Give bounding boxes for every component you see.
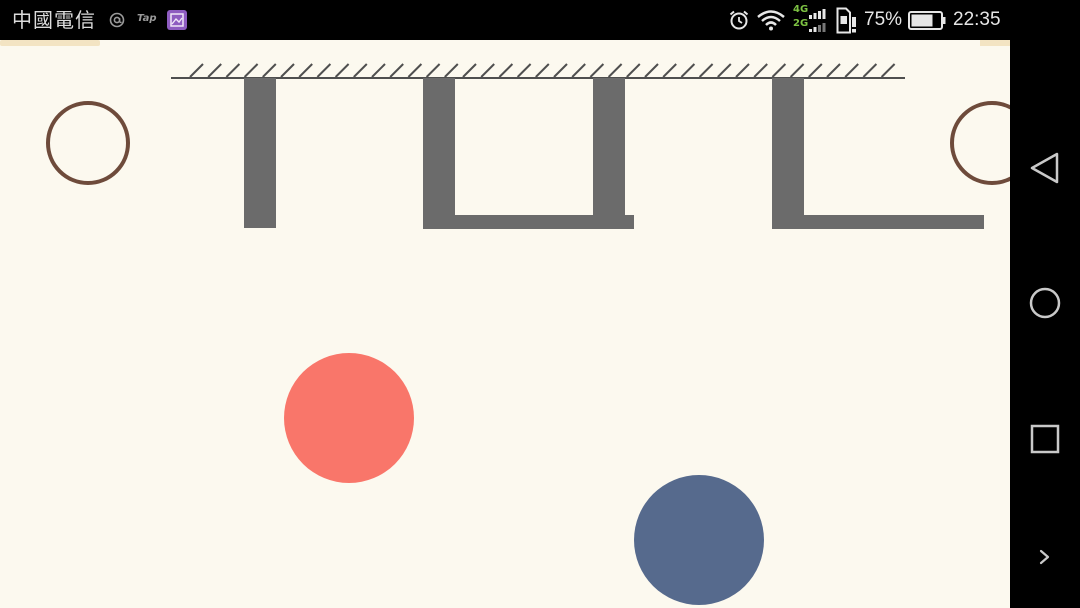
battery-fill	[911, 14, 933, 27]
wifi-icon	[757, 10, 785, 31]
tap-app-icon: Tap	[137, 13, 157, 24]
u-frame-left-post	[423, 78, 455, 229]
network-type-primary: 4G	[793, 4, 809, 15]
alarm-icon	[729, 10, 749, 30]
top-strip-right	[980, 40, 1010, 46]
status-bar: 中國電信 Tap 4G 2G 75% 22:35	[0, 0, 1080, 40]
game-background	[0, 40, 1010, 608]
red-ball[interactable]	[284, 353, 414, 483]
l-frame-post	[772, 78, 804, 229]
clock-time: 22:35	[953, 9, 1001, 30]
u-frame-base	[423, 215, 634, 229]
signal-icon	[809, 9, 826, 32]
navigation-bar	[1010, 40, 1080, 608]
l-frame-base	[772, 215, 984, 229]
u-frame-right-post	[593, 78, 625, 215]
recents-icon[interactable]	[1030, 424, 1060, 454]
network-type-secondary: 2G	[793, 18, 809, 29]
gallery-icon	[167, 10, 187, 30]
chevron-right-icon[interactable]	[1039, 549, 1050, 565]
battery-icon	[908, 11, 946, 30]
top-strip-left	[0, 40, 100, 46]
back-icon[interactable]	[1030, 152, 1059, 184]
battery-percent: 75%	[864, 9, 903, 30]
carrier-name: 中國電信	[12, 8, 96, 32]
at-sign-icon	[109, 12, 125, 28]
blue-ball[interactable]	[634, 475, 764, 605]
sim-alert-icon	[836, 7, 856, 34]
game-canvas[interactable]	[0, 40, 1010, 608]
hanging-bar	[244, 78, 276, 228]
home-icon[interactable]	[1029, 287, 1061, 319]
